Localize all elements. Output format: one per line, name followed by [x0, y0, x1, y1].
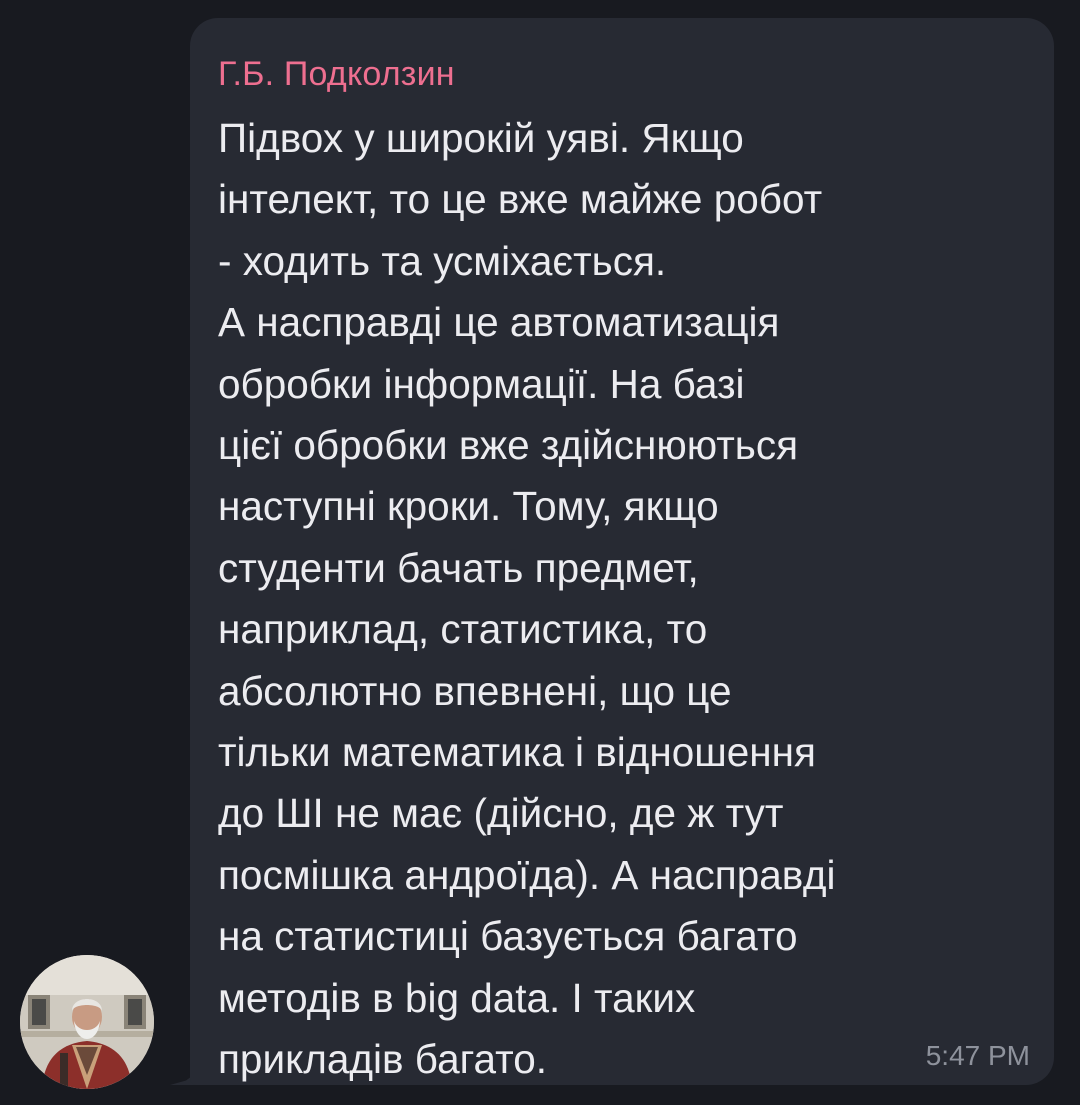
message-line: студенти бачать предмет, — [218, 544, 699, 591]
message-line: посмішка андроїда). А насправді — [218, 851, 836, 898]
message-line: А насправді це автоматизація — [218, 299, 780, 346]
message-line: на статистиці базується багато — [218, 913, 798, 960]
message-text: Підвох у широкій уяві. Якщо інтелект, то … — [218, 108, 1018, 1091]
message-line: до ШІ не має (дійсно, де ж тут — [218, 790, 784, 837]
user-photo-avatar-icon — [20, 955, 154, 1089]
message-line: Підвох у широкій уяві. Якщо — [218, 115, 744, 161]
message-line: абсолютно впевнені, що це — [218, 667, 732, 714]
message-line: - ходить та усміхається. — [218, 237, 667, 284]
message-line: цієї обробки вже здійснюються — [218, 422, 799, 469]
avatar[interactable] — [20, 955, 154, 1089]
message-line: обробки інформації. На базі — [218, 360, 745, 407]
message-bubble[interactable]: Г.Б. Подколзин Підвох у широкій уяві. Як… — [190, 18, 1054, 1085]
message-line: тільки математика і відношення — [218, 729, 816, 776]
message-time: 5:47 PM — [925, 1040, 1030, 1071]
sender-name[interactable]: Г.Б. Подколзин — [218, 54, 455, 94]
message-line: наприклад, статистика, то — [218, 606, 708, 653]
message-line: інтелект, то це вже майже робот — [218, 176, 823, 223]
message-line: методів в big data. І таких — [218, 974, 696, 1021]
message-line: наступні кроки. Тому, якщо — [218, 483, 719, 530]
message-line: прикладів багато. — [218, 1036, 547, 1083]
chat-area: Г.Б. Подколзин Підвох у широкій уяві. Як… — [0, 0, 1080, 1105]
